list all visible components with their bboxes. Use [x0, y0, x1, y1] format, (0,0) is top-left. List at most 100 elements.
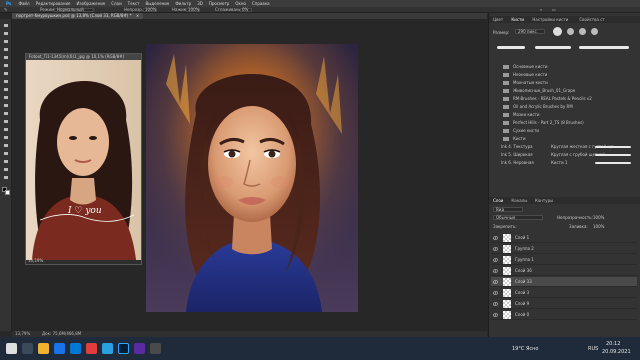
menu-item[interactable]: Просмотр [209, 0, 230, 7]
opacity-input[interactable]: 100% [143, 8, 157, 12]
brush-group[interactable]: Сухие кисти [495, 127, 635, 135]
eye-icon[interactable] [493, 258, 498, 262]
panel-tab[interactable]: Свойства ст [579, 16, 604, 23]
hand-icon[interactable] [3, 167, 9, 172]
layers-tab[interactable]: Слои [493, 197, 503, 204]
move-icon[interactable] [3, 23, 9, 28]
eye-icon[interactable] [493, 313, 498, 317]
brush-group[interactable]: Oil and Acrylic Brushes by RM [495, 103, 635, 111]
portrait-artwork[interactable] [146, 44, 358, 312]
layer-row[interactable]: Слой 3 [491, 288, 637, 298]
layer-row[interactable]: Слой 36 [491, 266, 637, 276]
menu-item[interactable]: Выделение [146, 0, 170, 7]
brush-preset-icon[interactable] [567, 28, 574, 35]
menu-item[interactable]: Файл [19, 0, 30, 7]
size-input[interactable]: 290 пикс. [515, 29, 545, 34]
dodge-icon[interactable] [3, 127, 9, 132]
crop-icon[interactable] [3, 55, 9, 60]
brush-preset-row[interactable]: Ink 5. Широкая Круглая с грубой щеткой [495, 151, 635, 159]
clock-date[interactable]: 20.09.2021 [602, 349, 631, 355]
ps-logo[interactable]: Ps [6, 0, 11, 7]
eye-icon[interactable] [493, 236, 498, 240]
layer-row[interactable]: Группа 1 [491, 255, 637, 265]
marquee-icon[interactable] [3, 31, 9, 36]
eyedropper-icon[interactable] [3, 63, 9, 68]
panel-tab[interactable]: Кисти [511, 16, 524, 23]
brush-preset-icon[interactable] [591, 28, 598, 35]
eye-icon[interactable] [493, 302, 498, 306]
file-explorer-icon[interactable] [38, 343, 49, 354]
shape-icon[interactable] [3, 159, 9, 164]
menu-item[interactable]: Окно [235, 0, 246, 7]
path-select-icon[interactable] [3, 151, 9, 156]
brush-preset-icon[interactable] [553, 27, 562, 36]
eraser-icon[interactable] [3, 103, 9, 108]
menu-item[interactable]: Изображение [77, 0, 106, 7]
brush-group[interactable]: Живописные_Brush_01_Grape [495, 87, 635, 95]
brush-group[interactable]: Основные кисти [495, 63, 635, 71]
app-icon[interactable] [150, 343, 161, 354]
brush-group[interactable]: Неоновые кисти [495, 71, 635, 79]
eye-icon[interactable] [493, 280, 498, 284]
brush-icon[interactable] [3, 79, 9, 84]
layer-opacity-value[interactable]: 100% [593, 215, 604, 220]
quick-select-icon[interactable] [3, 47, 9, 52]
chrome-icon[interactable] [54, 343, 65, 354]
type-icon[interactable] [3, 143, 9, 148]
blend-mode-select[interactable]: Обычные [493, 215, 543, 220]
layer-row[interactable]: Слой 1 [491, 233, 637, 243]
language-indicator[interactable]: RUS [588, 346, 598, 352]
gradient-icon[interactable] [3, 111, 9, 116]
clock-time[interactable]: 20:12 [606, 341, 620, 347]
zoom-icon[interactable] [3, 175, 9, 180]
brush-preset-icon[interactable] [579, 28, 586, 35]
eye-icon[interactable] [493, 291, 498, 295]
menu-item[interactable]: Справка [252, 0, 270, 7]
healing-icon[interactable] [3, 71, 9, 76]
brush-preset-row[interactable]: Ink 6. Неровная Кисти 1 [495, 159, 635, 167]
windows-start-icon[interactable] [6, 343, 17, 354]
mode-select[interactable]: Нормальный [54, 8, 94, 12]
close-icon[interactable]: × [136, 13, 139, 18]
brush-tool-icon[interactable]: ✎ [4, 7, 7, 13]
panel-tab[interactable]: Настройки кисти [532, 16, 568, 23]
flow-input[interactable]: 100% [186, 8, 200, 12]
layer-row[interactable]: Слой 33 [491, 277, 637, 287]
pen-icon[interactable] [3, 135, 9, 140]
layer-kind-select[interactable]: Вид [493, 207, 523, 212]
background-color-swatch[interactable] [5, 190, 10, 195]
eye-icon[interactable] [493, 269, 498, 273]
search-icon[interactable] [22, 343, 33, 354]
menu-item[interactable]: 3D [197, 0, 203, 7]
menu-item[interactable]: Слои [111, 0, 121, 7]
photoshop-taskbar-icon[interactable] [118, 343, 129, 354]
layer-row[interactable]: Слой 9 [491, 299, 637, 309]
smoothing-input[interactable]: 0% [240, 8, 252, 12]
blur-icon[interactable] [3, 119, 9, 124]
layer-row[interactable]: Группа 2 [491, 244, 637, 254]
panel-tab[interactable]: Цвет [493, 16, 503, 23]
menu-item[interactable]: Текст [128, 0, 140, 7]
layer-row[interactable]: Слой 0 [491, 310, 637, 320]
eye-icon[interactable] [493, 247, 498, 251]
weather-text[interactable]: 19°C Ясно [512, 346, 539, 352]
layers-tab[interactable]: Каналы [511, 197, 527, 204]
menu-item[interactable]: Фильтр [175, 0, 191, 7]
brush-preset-row[interactable]: Ink 4. Текстура Круглая жесткая с густой … [495, 143, 635, 151]
stamp-icon[interactable] [3, 87, 9, 92]
fill-value[interactable]: 100% [593, 224, 604, 229]
lasso-icon[interactable] [3, 39, 9, 44]
brush-group[interactable]: Кисти [495, 135, 635, 143]
telegram-icon[interactable] [102, 343, 113, 354]
layers-tab[interactable]: Контуры [535, 197, 553, 204]
app-icon[interactable] [134, 343, 145, 354]
brush-group[interactable]: Мохнатые кисти [495, 79, 635, 87]
yandex-icon[interactable] [86, 343, 97, 354]
edge-icon[interactable] [70, 343, 81, 354]
menu-item[interactable]: Редактирование [36, 0, 71, 7]
brush-group[interactable]: RM-Brushes - REAL Pastels & Pencils v2 [495, 95, 635, 103]
brush-group[interactable]: Perfect Hills - Part 2_TS (8 Brushes) [495, 119, 635, 127]
reference-photo-window[interactable]: Fotoot_Ti1-1345(m)(6)1_jpg @ 10,1% (RGB/… [25, 53, 142, 265]
brush-group[interactable]: Мазки кисти [495, 111, 635, 119]
history-brush-icon[interactable] [3, 95, 9, 100]
